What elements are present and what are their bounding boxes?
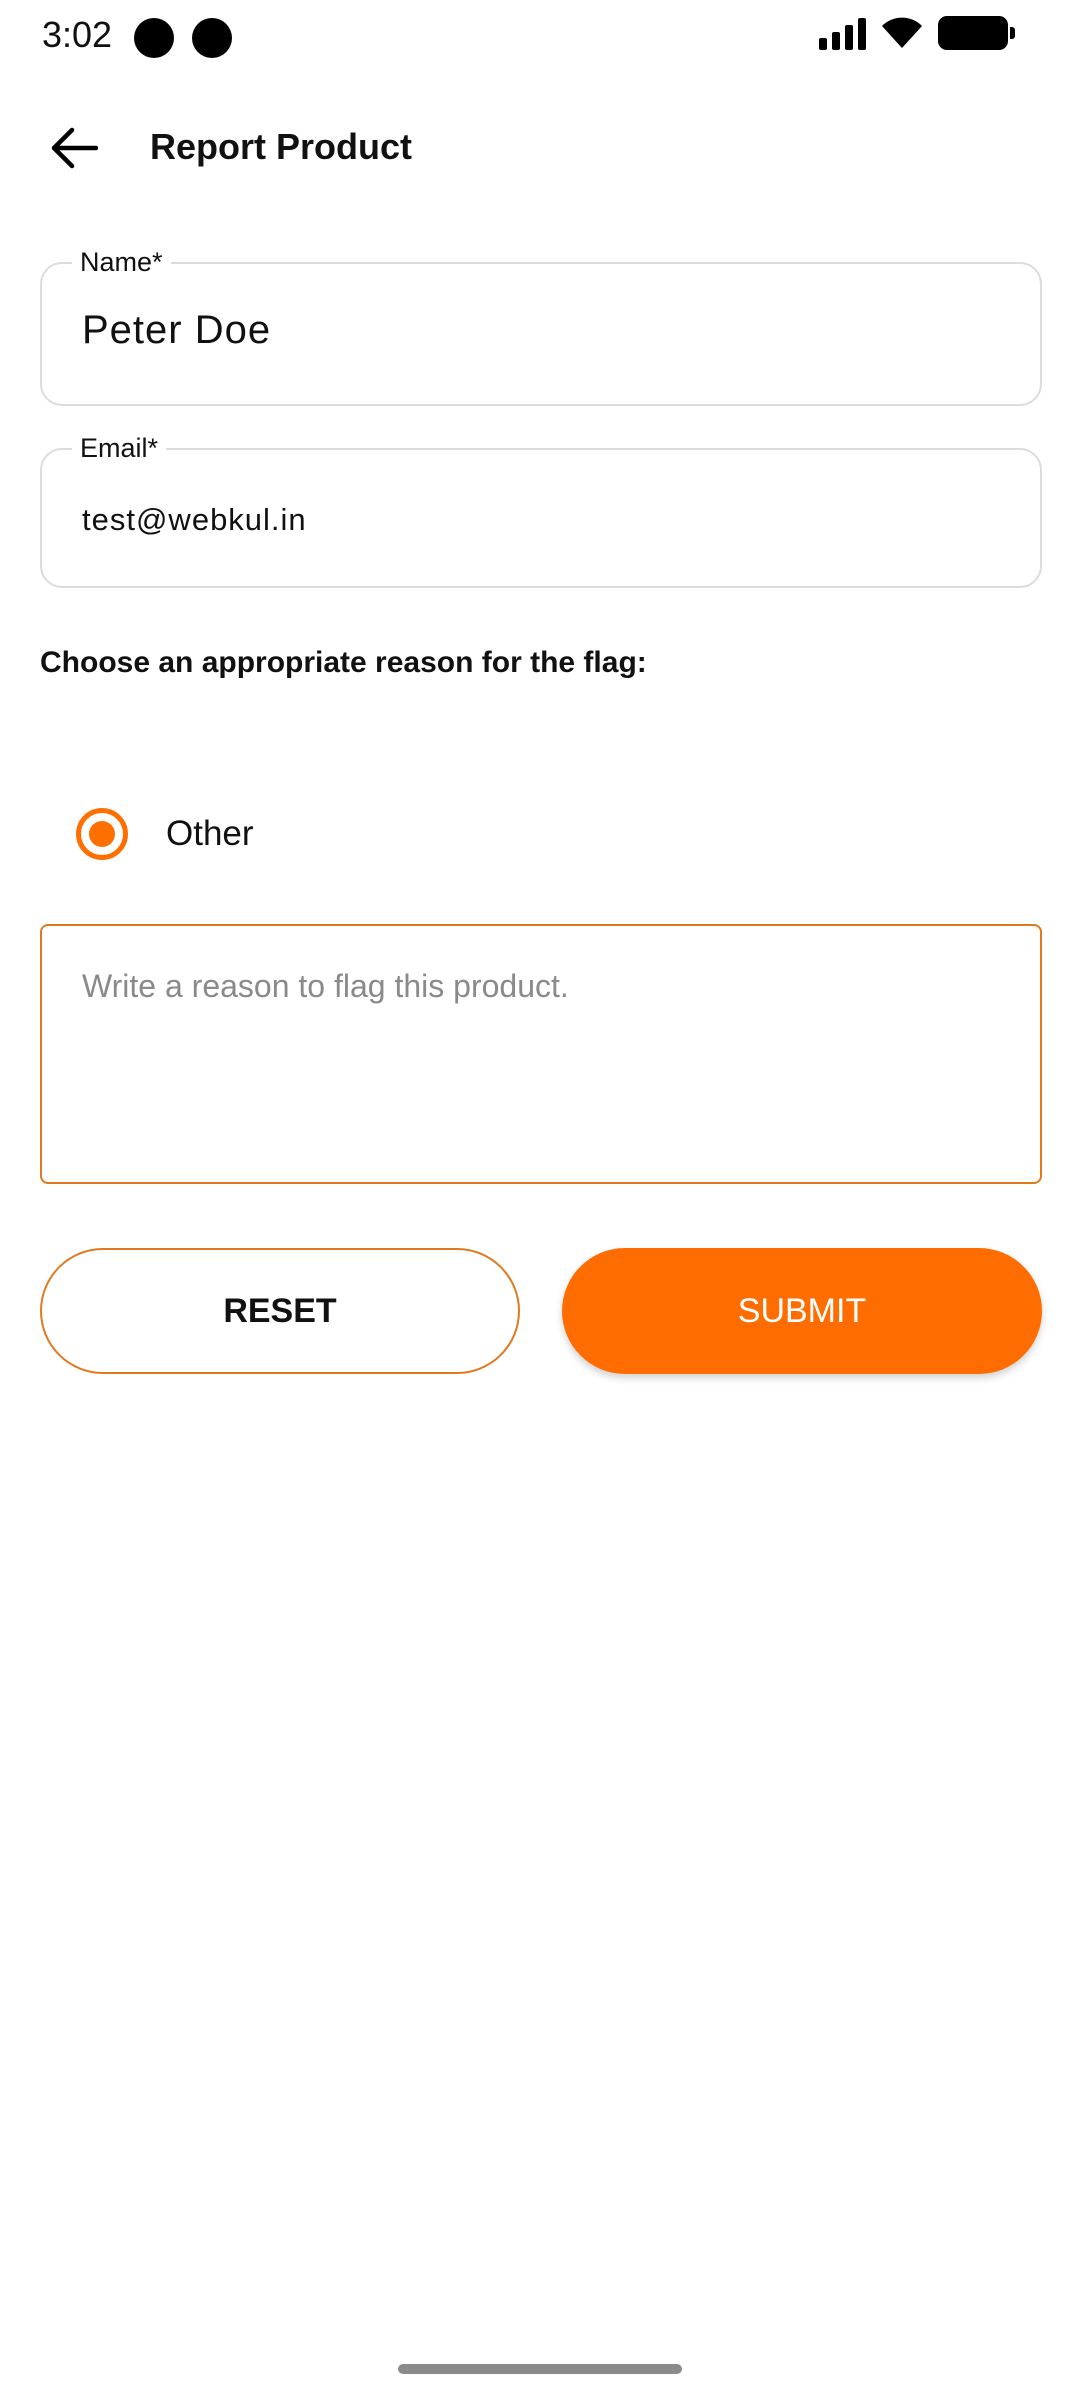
email-field-label: Email* [72, 432, 167, 464]
notification-dot-icon [192, 18, 232, 58]
email-field-value: test@webkul.in [82, 502, 307, 537]
reason-option-label: Other [166, 814, 254, 853]
wifi-icon [882, 17, 922, 48]
signal-icon [819, 16, 866, 50]
reset-button[interactable]: RESET [40, 1248, 520, 1374]
notification-dot-icon [134, 18, 174, 58]
reason-prompt: Choose an appropriate reason for the fla… [40, 646, 647, 679]
name-field-label: Name* [72, 246, 171, 278]
email-field[interactable]: Email* test@webkul.in [40, 432, 1042, 588]
submit-button[interactable]: SUBMIT [562, 1248, 1042, 1374]
name-field-value: Peter Doe [82, 308, 272, 352]
radio-button-selected-icon[interactable] [76, 808, 128, 860]
battery-icon [938, 16, 1015, 50]
reason-textarea[interactable]: Write a reason to flag this product. [40, 924, 1042, 1184]
status-time: 3:02 [42, 14, 113, 55]
app-bar: Report Product [0, 100, 1080, 196]
name-field[interactable]: Name* Peter Doe [40, 246, 1042, 406]
page-title: Report Product [150, 126, 413, 167]
status-icons [819, 16, 1015, 50]
home-indicator[interactable] [398, 2364, 682, 2374]
arrow-back-icon [51, 127, 98, 169]
reason-placeholder: Write a reason to flag this product. [82, 968, 569, 1004]
status-bar: 3:02 [0, 0, 1080, 72]
back-button[interactable] [36, 116, 112, 180]
reason-option-other[interactable]: Other [76, 806, 254, 862]
